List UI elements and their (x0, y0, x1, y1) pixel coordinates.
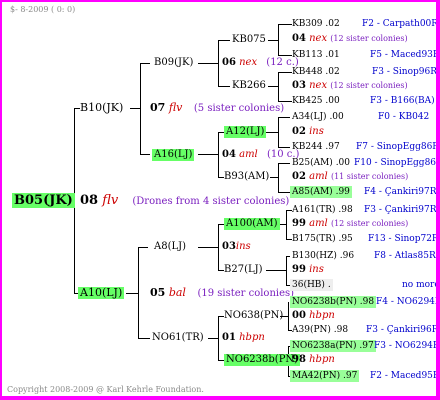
leaf-kb448: KB448 .02 (292, 67, 340, 77)
node-a100: A100(AM) (224, 218, 280, 230)
leaf-kb425-source: F3 - B166(BA) (370, 96, 435, 106)
leaf-b25-source: F10 - SinopEgg86R (354, 158, 436, 168)
leaf-36hb: 36(HB) . (290, 279, 333, 291)
leaf-no6238a-source: F3 - NO6294R (374, 341, 436, 351)
leaf-a39-source: F3 - Çankiri96R (366, 325, 436, 335)
leaf-kb244: KB244 .97 (292, 142, 340, 152)
leaf-a161-source: F3 - Çankiri97R (364, 205, 436, 215)
node-b10: B10(JK) (80, 101, 124, 114)
sire-info-3: 02 ins (292, 126, 324, 137)
leaf-a85-source: F4 - Çankiri97R (364, 187, 436, 197)
node-b93: B93(AM) (224, 171, 270, 182)
a10-info: 05 bal (19 sister colonies) (150, 286, 295, 300)
root-info: 08 flv (Drones from 4 sister colonies) (80, 193, 290, 208)
node-kb266: KB266 (232, 80, 266, 91)
node-a12: A12(LJ) (224, 126, 267, 138)
leaf-kb309: KB309 .02 (292, 19, 340, 29)
node-a8: A8(LJ) (154, 241, 187, 252)
leaf-b130: B130(HZ) .96 (292, 251, 355, 261)
leaf-kb309-source: F2 - Carpath00R (362, 19, 436, 29)
leaf-kb244-source: F7 - SinopEgg86R (356, 142, 436, 152)
leaf-no6238b: NO6238b(PN) .98 (290, 296, 377, 308)
sire-info-1: 04 nex (12 sister colonies) (292, 33, 408, 44)
node-a10: A10(LJ) (78, 286, 125, 299)
leaf-no6238b-source: F4 - NO6294R (376, 297, 436, 307)
node-b27: B27(LJ) (224, 264, 263, 275)
leaf-kb113-source: F5 - Maced93R (370, 50, 436, 60)
leaf-b25: B25(AM) .00 (292, 158, 351, 168)
leaf-kb113: KB113 .01 (292, 50, 340, 60)
copyright-footer: Copyright 2008-2009 @ Karl Kehrle Founda… (7, 385, 204, 394)
sire-info-2: 03 nex (12 sister colonies) (292, 80, 408, 91)
a8-info: 03ins (222, 241, 251, 252)
node-b09: B09(JK) (154, 57, 194, 68)
leaf-a34-source: F0 - KB042 (378, 112, 430, 122)
leaf-36hb-source: no more (402, 280, 436, 290)
leaf-a161: A161(TR) .98 (292, 205, 353, 215)
pedigree-chart: $- 8-2009 ( 0: 0) B05(JK) 08 flv (Drones… (2, 2, 436, 396)
sire-info-4: 02 aml (11 sister colonies) (292, 171, 409, 182)
leaf-b175-source: F13 - Sinop72R (368, 234, 436, 244)
leaf-ma42: MA42(PN) .97 (290, 370, 360, 382)
b10-info: 07 flv (5 sister colonies) (150, 101, 285, 115)
sire-info-5: 99 aml (12 sister colonies) (292, 218, 409, 229)
leaf-b130-source: F8 - Atlas85R (374, 251, 436, 261)
leaf-b175: B175(TR) .95 (292, 234, 353, 244)
node-a16: A16(LJ) (152, 149, 195, 161)
sire-info-7: 00 hbpn (292, 310, 335, 321)
no61-info: 01 hbpn (222, 332, 265, 343)
leaf-a34: A34(LJ) .00 (292, 112, 344, 122)
leaf-ma42-source: F2 - Maced95R (370, 371, 436, 381)
date-header: $- 8-2009 ( 0: 0) (10, 5, 76, 14)
node-no6238b: NO6238b(PN) (224, 354, 301, 366)
leaf-kb425: KB425 .00 (292, 96, 340, 106)
node-no638: NO638(PN) (224, 310, 284, 321)
root-node: B05(JK) (12, 193, 75, 208)
leaf-a39: A39(PN) .98 (292, 325, 349, 335)
node-no61: NO61(TR) (152, 332, 204, 343)
sire-info-8: 98 hbpn (292, 354, 335, 365)
b09-info: 06 nex (12 c.) (222, 57, 299, 68)
a16-info: 04 aml (10 c.) (222, 149, 300, 160)
leaf-kb448-source: F3 - Sinop96R (372, 67, 436, 77)
sire-info-6: 99 ins (292, 264, 324, 275)
leaf-no6238a: NO6238a(PN) .97 (290, 340, 376, 352)
node-kb075: KB075 (232, 34, 266, 45)
leaf-a85: A85(AM) .99 (290, 186, 352, 198)
